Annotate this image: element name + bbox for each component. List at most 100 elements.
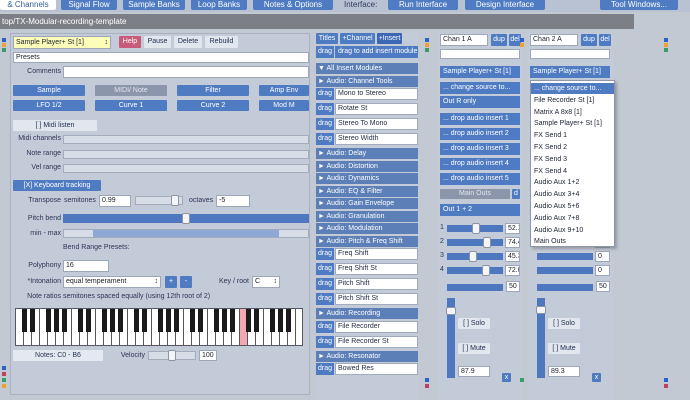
dropdown-option[interactable]: FX Send 2 xyxy=(534,142,614,153)
intonation-select[interactable]: equal temperament ↕ xyxy=(63,276,161,288)
key-root-select[interactable]: C ↕ xyxy=(252,276,280,288)
module-drag-handle[interactable]: drag xyxy=(316,320,334,333)
piano-black-key[interactable] xyxy=(213,309,219,332)
channel-2-send-value[interactable]: 0 xyxy=(595,265,610,276)
pause-button[interactable]: Pause xyxy=(144,36,171,48)
piano-black-key[interactable] xyxy=(165,309,171,332)
piano-black-key[interactable] xyxy=(245,309,251,332)
channel-1-pan-slider[interactable] xyxy=(447,284,503,291)
rebuild-button[interactable]: Rebuild xyxy=(205,36,238,48)
keyboard-tracking-toggle[interactable]: [X] Keyboard tracking xyxy=(13,180,101,191)
module-item[interactable]: Freq Shift xyxy=(335,248,418,260)
channel-1-change-source[interactable]: ... change source to... xyxy=(440,82,520,94)
semitones-slider-thumb[interactable] xyxy=(171,195,179,206)
polyphony-field[interactable]: 16 xyxy=(63,260,109,272)
dropdown-option[interactable]: Audio Aux 3+4 xyxy=(534,189,614,200)
module-item[interactable]: File Recorder xyxy=(335,320,418,333)
piano-black-key[interactable] xyxy=(85,309,91,332)
piano-black-key[interactable] xyxy=(133,309,139,332)
tab-signal-flow[interactable]: Signal Flow xyxy=(61,0,117,10)
add-insert-button[interactable]: +Insert xyxy=(377,33,402,44)
piano-black-key[interactable] xyxy=(277,309,283,332)
intonation-plus-button[interactable]: + xyxy=(165,276,177,288)
module-item[interactable]: Stereo Width xyxy=(335,133,418,145)
channel-1-send-value[interactable]: 52.1 xyxy=(505,223,520,234)
channel-1-out-mode[interactable]: Out R only xyxy=(440,96,520,108)
dropdown-option[interactable]: Sample Player+ St [1] xyxy=(534,118,614,129)
tab-filter[interactable]: Filter xyxy=(177,85,249,96)
module-item[interactable]: Mono to Stereo xyxy=(335,88,418,100)
module-drag-handle[interactable]: drag xyxy=(316,248,334,260)
channel-2-input-field[interactable] xyxy=(530,49,610,59)
channel-2-mute-toggle[interactable]: [ ] Mute xyxy=(548,343,580,354)
channel-2-del-button[interactable]: del xyxy=(599,34,611,46)
module-drag-handle[interactable]: drag xyxy=(316,335,334,348)
channel-1-send-thumb[interactable] xyxy=(468,251,477,262)
tab-lfo[interactable]: LFO 1/2 xyxy=(13,100,85,111)
channel-2-level-fader[interactable] xyxy=(536,298,546,378)
channel-2-send-slider[interactable] xyxy=(537,253,593,260)
tool-windows-button[interactable]: Tool Windows... xyxy=(600,0,678,10)
fader-thumb[interactable] xyxy=(446,306,456,315)
piano-black-key[interactable] xyxy=(157,309,163,332)
dropdown-option[interactable]: Audio Aux 9+10 xyxy=(534,225,614,236)
module-item[interactable]: Stereo To Mono xyxy=(335,118,418,130)
channel-1-insert-5[interactable]: ... drop audio insert 5 xyxy=(440,173,520,185)
channel-1-send-thumb[interactable] xyxy=(471,223,480,234)
semitones-field[interactable]: 0.99 xyxy=(99,195,131,207)
dropdown-option[interactable]: FX Send 1 xyxy=(534,130,614,141)
piano-keyboard[interactable] xyxy=(15,308,303,346)
piano-black-key[interactable] xyxy=(21,309,27,332)
channel-1-level-value[interactable]: 87.9 xyxy=(458,366,490,377)
module-category-header[interactable]: ► Audio: Pitch & Freq Shift xyxy=(316,235,418,247)
piano-black-key[interactable] xyxy=(141,309,147,332)
piano-black-key[interactable] xyxy=(61,309,67,332)
tab-sample-banks[interactable]: Sample Banks xyxy=(123,0,185,10)
piano-black-key[interactable] xyxy=(53,309,59,332)
piano-black-key[interactable] xyxy=(45,309,51,332)
channel-1-insert-2[interactable]: ... drop audio insert 2 xyxy=(440,128,520,140)
tab-curve-2[interactable]: Curve 2 xyxy=(177,100,249,111)
channel-1-send-value[interactable]: 72.0 xyxy=(505,265,520,276)
dropdown-option[interactable]: Matrix A 8x8 [1] xyxy=(534,107,614,118)
piano-white-key[interactable] xyxy=(296,309,302,345)
velocity-slider-thumb[interactable] xyxy=(168,350,176,361)
module-drag-handle[interactable]: drag xyxy=(316,103,334,115)
channel-1-level-fader[interactable] xyxy=(446,298,456,378)
module-drag-handle[interactable]: drag xyxy=(316,293,334,305)
channel-1-d-button[interactable]: d xyxy=(512,189,520,199)
channel-1-send-thumb[interactable] xyxy=(482,237,491,248)
piano-black-key[interactable] xyxy=(29,309,35,332)
pitch-bend-slider-thumb[interactable] xyxy=(182,213,190,224)
channel-1-mute-toggle[interactable]: [ ] Mute xyxy=(458,343,490,354)
channel-1-close-button[interactable]: x xyxy=(502,373,511,382)
dropdown-option[interactable]: FX Send 4 xyxy=(534,166,614,177)
piano-black-key[interactable] xyxy=(109,309,115,332)
run-interface-button[interactable]: Run Interface xyxy=(388,0,458,10)
module-item[interactable]: Bowed Res xyxy=(335,363,418,375)
dropdown-option[interactable]: Main Outs xyxy=(534,236,614,247)
dropdown-option[interactable]: File Recorder St [1] xyxy=(534,95,614,106)
channel-1-send-slider[interactable] xyxy=(447,239,503,246)
channel-2-name[interactable]: Chan 2 A xyxy=(530,34,578,46)
channel-2-dup-button[interactable]: dup xyxy=(581,34,597,46)
channel-1-send-thumb[interactable] xyxy=(481,265,490,276)
tab-sample[interactable]: Sample xyxy=(13,85,85,96)
tab-midi-note[interactable]: MIDI/ Note xyxy=(95,85,167,96)
channel-2-solo-toggle[interactable]: [ ] Solo xyxy=(548,318,580,329)
add-channel-button[interactable]: +Channel xyxy=(340,33,375,44)
module-drag-handle[interactable]: drag xyxy=(316,263,334,275)
channel-2-source[interactable]: Sample Player+ St [1] xyxy=(530,66,610,78)
module-category-header[interactable]: ► Audio: Dynamics xyxy=(316,173,418,184)
piano-black-key[interactable] xyxy=(269,309,275,332)
piano-black-key[interactable] xyxy=(77,309,83,332)
channel-1-out-pair[interactable]: Out 1 + 2 xyxy=(440,204,520,216)
channel-1-insert-3[interactable]: ... drop audio insert 3 xyxy=(440,143,520,155)
piano-black-key[interactable] xyxy=(229,309,235,332)
module-category-header[interactable]: ► Audio: Distortion xyxy=(316,160,418,172)
note-range-slider[interactable] xyxy=(63,150,309,159)
module-category-header[interactable]: ▼ All Insert Modules xyxy=(316,63,418,74)
comments-field[interactable] xyxy=(63,66,309,78)
channel-2-send-slider[interactable] xyxy=(537,267,593,274)
module-drag-handle[interactable]: drag xyxy=(316,88,334,100)
